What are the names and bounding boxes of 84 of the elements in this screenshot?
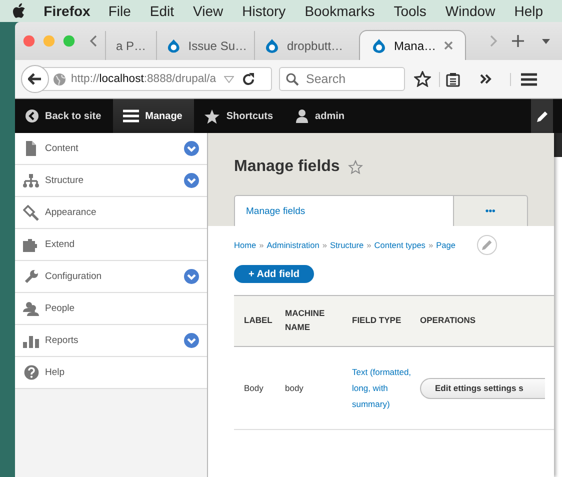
page-title: Manage fields bbox=[234, 158, 340, 176]
column-header: FIELD TYPE bbox=[351, 296, 420, 346]
toolbar-tab[interactable]: Shortcuts bbox=[194, 99, 286, 133]
column-header: OPERATIONS bbox=[420, 296, 554, 346]
drop-icon bbox=[167, 38, 180, 53]
close-icon[interactable] bbox=[444, 41, 454, 50]
wrench-icon bbox=[23, 268, 39, 284]
expand-toggle-icon[interactable] bbox=[184, 173, 199, 188]
menu-item[interactable]: File bbox=[108, 3, 131, 19]
hammer-icon bbox=[23, 204, 39, 220]
drop-icon bbox=[265, 38, 279, 53]
back-icon bbox=[25, 109, 39, 123]
breadcrumb-link[interactable]: Structure bbox=[330, 240, 364, 250]
clipboard-icon[interactable] bbox=[439, 72, 460, 86]
menu-item[interactable]: Edit bbox=[150, 3, 174, 19]
menu-item[interactable]: Window bbox=[445, 3, 496, 19]
page-tab[interactable]: ••• bbox=[454, 195, 528, 226]
people-icon bbox=[23, 301, 39, 316]
sidebar-item[interactable]: People bbox=[15, 293, 207, 325]
search-icon bbox=[286, 72, 299, 86]
breadcrumb-separator: » bbox=[366, 240, 372, 250]
toolbar-tab[interactable]: admin bbox=[285, 99, 356, 133]
sidebar-item[interactable]: Extend bbox=[15, 229, 207, 261]
search-field[interactable]: Search bbox=[279, 67, 405, 91]
edit-button[interactable] bbox=[531, 99, 553, 133]
expand-toggle-icon[interactable] bbox=[184, 269, 199, 284]
field-type-link[interactable]: Text (formatted, long, with summary) bbox=[352, 364, 412, 412]
help-icon bbox=[24, 365, 38, 380]
page-tab[interactable]: Manage fields bbox=[234, 195, 454, 226]
sidebar-item[interactable]: Appearance bbox=[15, 197, 207, 229]
menu-item[interactable]: Tools bbox=[394, 3, 426, 19]
reload-icon[interactable] bbox=[242, 72, 256, 86]
breadcrumb-separator: » bbox=[259, 240, 264, 250]
chevron-left-icon[interactable] bbox=[89, 34, 99, 48]
breadcrumb-link[interactable]: Administration bbox=[266, 240, 320, 250]
drop-icon bbox=[372, 38, 386, 53]
menu-item[interactable]: Help bbox=[514, 3, 543, 19]
apple-icon[interactable] bbox=[12, 3, 26, 19]
menu-icon bbox=[123, 109, 140, 123]
column-header: MACHINE NAME bbox=[284, 296, 351, 346]
star-icon[interactable] bbox=[414, 71, 431, 87]
star-icon bbox=[204, 108, 220, 124]
close-window-button[interactable] bbox=[23, 35, 35, 47]
back-arrow-icon bbox=[28, 73, 42, 85]
puzzle-icon bbox=[23, 238, 39, 252]
bar-chart-icon bbox=[23, 334, 39, 348]
globe-icon bbox=[53, 72, 66, 86]
sitemap-icon bbox=[23, 174, 39, 188]
add-field-button[interactable]: + Add field bbox=[234, 265, 314, 283]
menu-icon[interactable] bbox=[510, 72, 537, 86]
person-icon bbox=[295, 109, 310, 123]
pencil-icon bbox=[481, 239, 494, 251]
table-cell: Body bbox=[234, 346, 284, 430]
edit-settings-button[interactable]: Edit ettings settings s bbox=[420, 378, 545, 398]
menu-item[interactable]: Bookmarks bbox=[304, 3, 375, 19]
table-cell: body bbox=[284, 346, 351, 430]
toolbar-tab[interactable]: Back to site bbox=[15, 99, 114, 133]
sidebar-item[interactable]: Reports bbox=[15, 325, 207, 357]
column-header: LABEL bbox=[234, 296, 284, 346]
breadcrumb-separator: » bbox=[322, 240, 327, 250]
sidebar-item[interactable]: Content bbox=[15, 133, 207, 165]
back-button[interactable] bbox=[21, 65, 49, 93]
menu-item[interactable]: View bbox=[193, 3, 224, 19]
browser-tab[interactable]: Mana… bbox=[359, 30, 466, 60]
toolbar-tab[interactable]: Manage bbox=[113, 99, 194, 133]
star-outline-icon[interactable] bbox=[348, 160, 363, 174]
sidebar-item[interactable]: Structure bbox=[15, 165, 207, 197]
breadcrumb-link[interactable]: Content types bbox=[374, 240, 426, 250]
pencil-icon bbox=[536, 110, 548, 122]
expand-toggle-icon[interactable] bbox=[184, 333, 199, 348]
breadcrumb-link[interactable]: Page bbox=[436, 240, 456, 250]
document-icon bbox=[25, 141, 37, 156]
expand-toggle-icon[interactable] bbox=[184, 141, 199, 156]
breadcrumb-separator: » bbox=[428, 240, 434, 250]
breadcrumb-link[interactable]: Home bbox=[234, 240, 256, 250]
url-field[interactable]: http://localhost:8888/drupal/a bbox=[41, 67, 272, 91]
caret-icon[interactable] bbox=[542, 38, 550, 44]
app-menu[interactable]: Firefox bbox=[44, 3, 90, 19]
double-chevron-icon[interactable] bbox=[480, 74, 492, 84]
plus-icon[interactable] bbox=[512, 35, 524, 47]
menu-item[interactable]: History bbox=[242, 3, 286, 19]
sidebar-item[interactable]: Help bbox=[15, 357, 207, 389]
sidebar-item[interactable]: Configuration bbox=[15, 261, 207, 293]
dropdown-icon[interactable] bbox=[224, 76, 234, 82]
